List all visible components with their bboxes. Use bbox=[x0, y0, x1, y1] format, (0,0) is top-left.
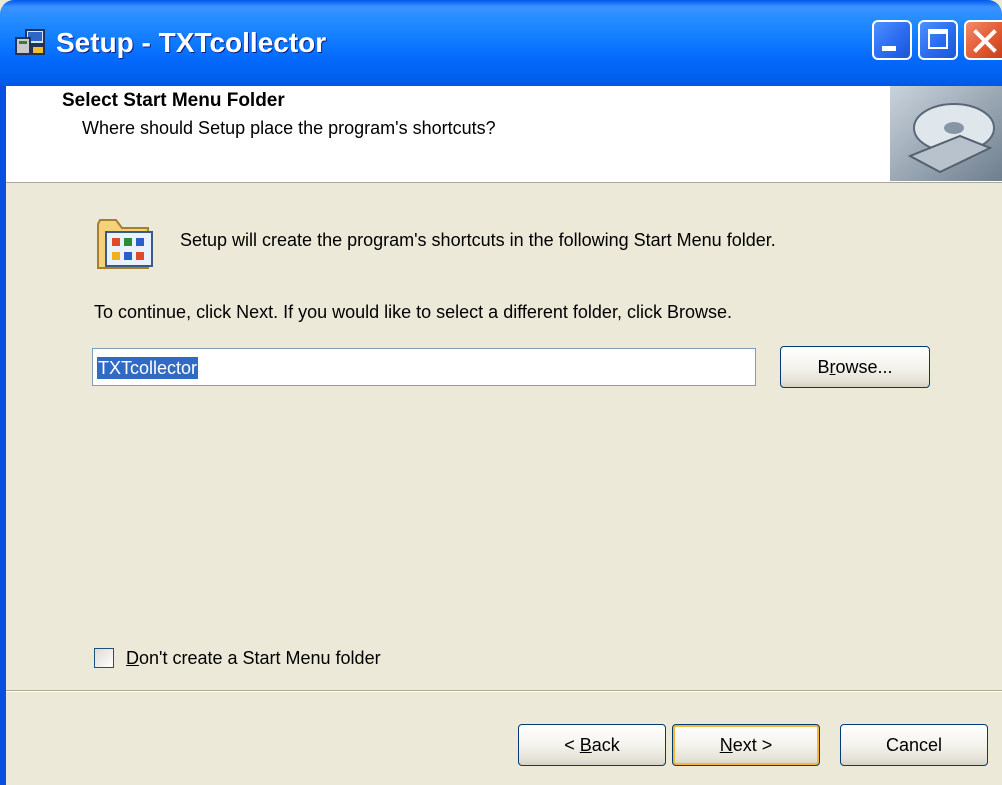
start-menu-folder-input[interactable]: TXTcollector bbox=[92, 348, 756, 386]
cancel-button[interactable]: Cancel bbox=[840, 724, 988, 766]
close-button[interactable] bbox=[964, 20, 1002, 60]
start-menu-folder-icon bbox=[94, 208, 158, 277]
browse-button[interactable]: Browse... bbox=[780, 346, 930, 388]
back-button[interactable]: < Back bbox=[518, 724, 666, 766]
maximize-icon bbox=[928, 29, 948, 49]
next-accelerator: N bbox=[719, 735, 733, 755]
close-icon bbox=[973, 29, 997, 53]
instruction-text: To continue, click Next. If you would li… bbox=[94, 302, 732, 322]
next-label-end: ext > bbox=[732, 735, 773, 755]
back-accelerator: B bbox=[579, 735, 592, 755]
wizard-header: Select Start Menu Folder Where should Se… bbox=[6, 86, 1002, 183]
checkbox-accelerator: D bbox=[126, 648, 139, 668]
intro-text: Setup will create the program's shortcut… bbox=[180, 230, 776, 250]
wizard-small-image bbox=[890, 86, 1002, 181]
next-button[interactable]: Next > bbox=[672, 724, 820, 766]
folder-input-value: TXTcollector bbox=[97, 357, 199, 379]
checkbox-label-text: on't create a Start Menu folder bbox=[139, 648, 381, 668]
footer-divider bbox=[6, 690, 1002, 692]
window-title: Setup - TXTcollector bbox=[56, 27, 327, 58]
minimize-button[interactable] bbox=[872, 20, 912, 60]
no-start-menu-folder-label[interactable]: Don't create a Start Menu folder bbox=[126, 648, 381, 669]
maximize-button[interactable] bbox=[918, 20, 958, 60]
window-frame bbox=[0, 86, 6, 785]
back-label-start: < bbox=[564, 735, 580, 755]
back-label-end: ack bbox=[591, 735, 620, 755]
page-subtitle: Where should Setup place the program's s… bbox=[82, 118, 496, 138]
browse-label-start: B bbox=[817, 357, 830, 377]
setup-app-icon bbox=[14, 28, 48, 63]
page-title: Select Start Menu Folder bbox=[62, 90, 285, 111]
title-bar[interactable]: Setup - TXTcollector bbox=[0, 0, 1002, 86]
no-start-menu-folder-checkbox[interactable] bbox=[94, 648, 114, 668]
browse-label-end: owse... bbox=[835, 357, 893, 377]
minimize-icon bbox=[882, 46, 896, 51]
